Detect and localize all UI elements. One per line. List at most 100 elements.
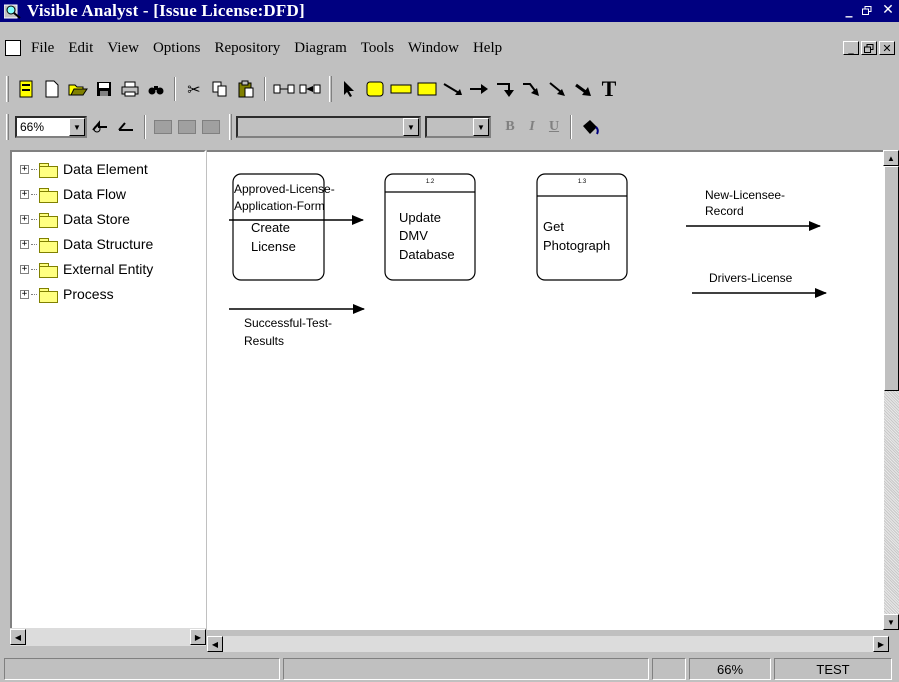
scroll-right-icon[interactable]: ▶ xyxy=(873,636,889,652)
menu-bar: File Edit View Options Repository Diagra… xyxy=(0,36,899,60)
menu-repository[interactable]: Repository xyxy=(208,40,288,57)
magnifier-app-icon[interactable] xyxy=(3,2,23,20)
scroll-left-icon[interactable]: ◀ xyxy=(10,629,26,645)
close-button[interactable]: ✕ xyxy=(879,3,897,17)
scroll-down-icon[interactable]: ▼ xyxy=(883,614,899,630)
bent-flow-tool-icon[interactable] xyxy=(519,77,543,101)
vertical-scroll-thumb[interactable] xyxy=(884,166,899,391)
scroll-right-icon[interactable]: ▶ xyxy=(190,629,206,645)
maximize-button[interactable] xyxy=(859,3,875,17)
flow-successful-test-results[interactable]: Successful-Test- Results xyxy=(229,304,365,348)
menu-edit[interactable]: Edit xyxy=(62,40,101,57)
select-pointer-icon[interactable] xyxy=(337,77,361,101)
external-entity-tool-icon[interactable] xyxy=(415,77,439,101)
process-label-line: Get xyxy=(543,219,564,234)
menu-file[interactable]: File xyxy=(25,40,62,57)
doc-close-button[interactable]: ✕ xyxy=(879,41,895,55)
repository-icon[interactable] xyxy=(14,77,38,101)
tree-item-data-flow[interactable]: + Data Flow xyxy=(20,184,126,204)
document-system-menu-icon[interactable] xyxy=(5,40,21,56)
doc-restore-button[interactable] xyxy=(861,41,877,55)
chevron-down-icon[interactable]: ▼ xyxy=(473,118,489,136)
toolbar-grip[interactable] xyxy=(329,76,332,102)
doc-minimize-button[interactable]: _ xyxy=(843,41,859,55)
expand-icon[interactable]: + xyxy=(20,164,29,174)
minimize-button[interactable]: _ xyxy=(841,3,857,17)
toolbar-separator xyxy=(570,115,572,139)
zoom-out-icon[interactable] xyxy=(114,115,138,139)
menu-diagram[interactable]: Diagram xyxy=(288,40,354,57)
text-tool-icon[interactable]: T xyxy=(597,76,621,101)
menu-view[interactable]: View xyxy=(101,40,147,57)
folder-icon xyxy=(39,187,58,203)
scroll-up-icon[interactable]: ▲ xyxy=(883,150,899,166)
text-color-icon[interactable] xyxy=(202,120,220,134)
expand-icon[interactable]: + xyxy=(20,264,29,274)
canvas-horizontal-scrollbar[interactable]: ◀ ▶ xyxy=(207,636,889,652)
expand-icon[interactable]: + xyxy=(20,289,29,299)
toolbar-separator xyxy=(264,77,266,101)
tree-item-data-structure[interactable]: + Data Structure xyxy=(20,234,153,254)
save-icon[interactable] xyxy=(92,77,116,101)
font-name-select[interactable]: ▼ xyxy=(236,116,421,138)
font-size-select[interactable]: ▼ xyxy=(425,116,491,138)
expand-icon[interactable]: + xyxy=(20,239,29,249)
process-update-dmv-database[interactable]: 1.2 Update DMV Database xyxy=(384,173,476,281)
link-objects-icon[interactable] xyxy=(298,77,322,101)
connect-objects-icon[interactable] xyxy=(272,77,296,101)
flow-label-line: New-Licensee- xyxy=(705,188,785,202)
fill-color-icon[interactable] xyxy=(154,120,172,134)
status-zoom: 66% xyxy=(689,658,771,680)
tree-item-external-entity[interactable]: + External Entity xyxy=(20,259,153,279)
diagram-canvas[interactable]: Create License 1.2 Update DMV Database 1… xyxy=(207,150,889,630)
tree-item-data-store[interactable]: + Data Store xyxy=(20,209,130,229)
italic-button[interactable]: I xyxy=(521,119,543,135)
flow-label-line: Approved-License- xyxy=(234,182,335,196)
folder-icon xyxy=(39,237,58,253)
process-label-line: Create xyxy=(251,220,290,235)
toolbar-grip[interactable] xyxy=(6,76,9,102)
line-color-icon[interactable] xyxy=(178,120,196,134)
menu-options[interactable]: Options xyxy=(147,40,209,57)
data-store-tool-icon[interactable] xyxy=(389,77,413,101)
chevron-down-icon[interactable]: ▼ xyxy=(69,118,85,136)
process-tool-icon[interactable] xyxy=(363,77,387,101)
open-folder-icon[interactable] xyxy=(66,77,90,101)
straight-flow-tool-icon[interactable] xyxy=(467,77,491,101)
flow-drivers-license[interactable]: Drivers-License xyxy=(692,271,827,298)
find-binoculars-icon[interactable] xyxy=(144,77,168,101)
toolbar-grip[interactable] xyxy=(6,114,9,140)
bold-button[interactable]: B xyxy=(499,119,521,135)
toolbar-separator xyxy=(174,77,176,101)
tree-item-data-element[interactable]: + Data Element xyxy=(20,159,148,179)
cut-scissors-icon[interactable]: ✂ xyxy=(182,77,206,101)
expand-icon[interactable]: + xyxy=(20,189,29,199)
zoom-in-icon[interactable] xyxy=(88,115,112,139)
process-get-photograph[interactable]: 1.3 Get Photograph xyxy=(536,173,628,281)
menu-help[interactable]: Help xyxy=(467,40,510,57)
zoom-select[interactable]: 66% ▼ xyxy=(15,116,87,138)
status-mode: TEST xyxy=(774,658,892,680)
paste-clipboard-icon[interactable] xyxy=(234,77,258,101)
paint-bucket-icon[interactable] xyxy=(578,115,602,139)
window-title: Visible Analyst - [Issue License:DFD] xyxy=(27,1,305,20)
copy-icon[interactable] xyxy=(208,77,232,101)
diagonal-flow-tool-icon[interactable] xyxy=(545,77,569,101)
menu-window[interactable]: Window xyxy=(402,40,467,57)
print-icon[interactable] xyxy=(118,77,142,101)
new-document-icon[interactable] xyxy=(40,77,64,101)
tree-item-process[interactable]: + Process xyxy=(20,284,114,304)
underline-button[interactable]: U xyxy=(543,119,565,135)
curved-flow-tool-icon[interactable] xyxy=(441,77,465,101)
canvas-vertical-scrollbar[interactable]: ▲ ▼ xyxy=(883,150,899,630)
format-toolbar: 66% ▼ ▼ ▼ B I U xyxy=(0,110,899,144)
expand-icon[interactable]: + xyxy=(20,214,29,224)
toolbar-grip[interactable] xyxy=(229,114,232,140)
flow-new-licensee-record[interactable]: New-Licensee- Record xyxy=(686,188,821,231)
tree-horizontal-scrollbar[interactable]: ◀ ▶ xyxy=(10,628,206,646)
elbow-flow-tool-icon[interactable] xyxy=(493,77,517,101)
menu-tools[interactable]: Tools xyxy=(355,40,402,57)
chevron-down-icon[interactable]: ▼ xyxy=(403,118,419,136)
angled-flow-tool-icon[interactable] xyxy=(571,77,595,101)
scroll-left-icon[interactable]: ◀ xyxy=(207,636,223,652)
